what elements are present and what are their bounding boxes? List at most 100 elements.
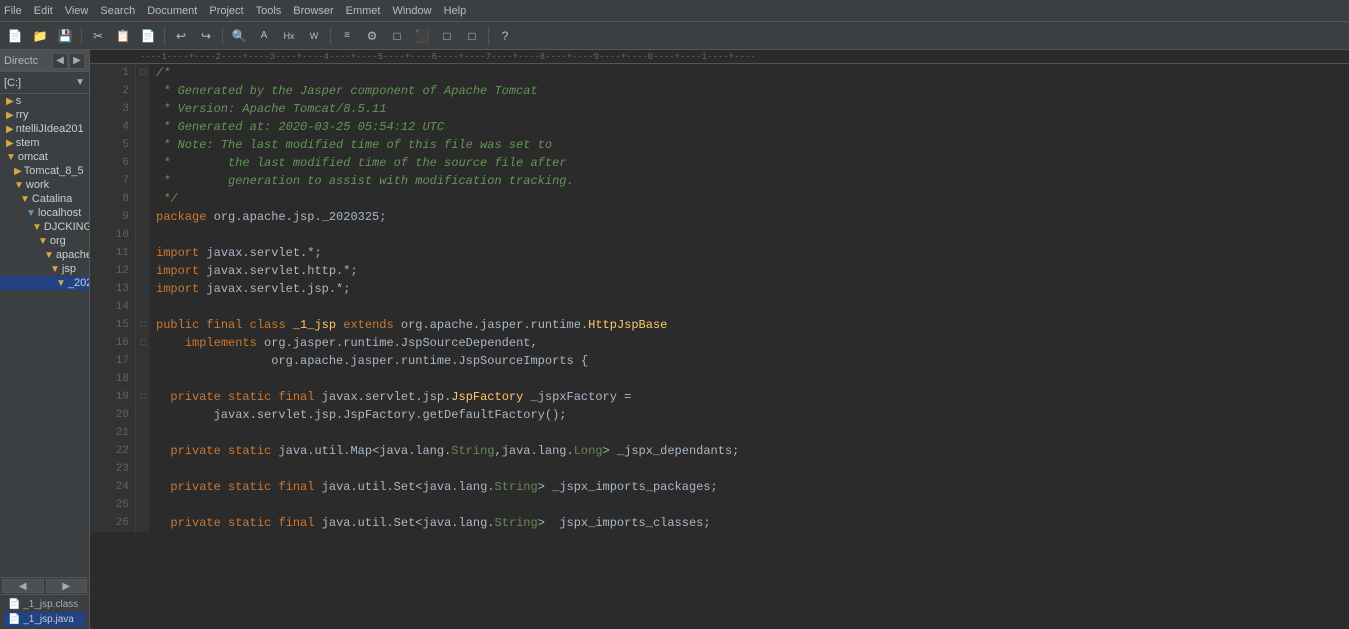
code-content[interactable]: private static java.util.Map<java.lang.S…: [150, 442, 743, 460]
tree-item-2020[interactable]: ▼ _2020: [0, 276, 89, 290]
menu-project[interactable]: Project: [209, 5, 243, 17]
sidebar-drive-label: [C:]: [4, 77, 21, 89]
toolbar-redo-btn[interactable]: ↪: [195, 25, 217, 47]
code-content[interactable]: import javax.servlet.*;: [150, 244, 326, 262]
code-line-21: 21: [90, 424, 1349, 442]
tree-item-tomcat85[interactable]: ▶ Tomcat_8_5: [0, 164, 89, 178]
toolbar-undo-btn[interactable]: ↩: [170, 25, 192, 47]
toolbar-sep-2: [164, 27, 165, 45]
code-content[interactable]: * Version: Apache Tomcat/8.5.11: [150, 100, 390, 118]
toolbar-window-btn[interactable]: □: [386, 25, 408, 47]
sidebar-file-java[interactable]: 📄 _1_jsp.java: [4, 612, 85, 627]
menu-help[interactable]: Help: [444, 5, 467, 17]
line-number: 23: [90, 460, 136, 478]
tree-item-org[interactable]: ▼ org: [0, 234, 89, 248]
tree-item-catalina[interactable]: ▼ Catalina: [0, 192, 89, 206]
fold-gutter: [136, 172, 150, 190]
tree-item-label: apache: [56, 249, 89, 261]
tree-item-omcat[interactable]: ▼ omcat: [0, 150, 89, 164]
code-content[interactable]: [150, 226, 167, 244]
code-content[interactable]: implements org.jasper.runtime.JspSourceD…: [150, 334, 542, 352]
code-content[interactable]: * Note: The last modified time of this f…: [150, 136, 556, 154]
sidebar-dropdown[interactable]: [C:] ▼: [0, 72, 89, 94]
code-content[interactable]: * generation to assist with modification…: [150, 172, 578, 190]
tree-scroll-left[interactable]: ◀: [2, 579, 44, 593]
tree-item-jsp[interactable]: ▼ jsp: [0, 262, 89, 276]
code-content[interactable]: import javax.servlet.jsp.*;: [150, 280, 354, 298]
code-content[interactable]: private static final java.util.Set<java.…: [150, 514, 715, 532]
sidebar-nav-left[interactable]: ◀: [52, 53, 68, 69]
line-number: 13: [90, 280, 136, 298]
toolbar-fullscreen-btn[interactable]: ⬛: [411, 25, 433, 47]
toolbar-split-btn[interactable]: □: [436, 25, 458, 47]
toolbar-cut-btn[interactable]: ✂: [87, 25, 109, 47]
folder-icon: ▶: [14, 166, 22, 177]
code-content[interactable]: [150, 496, 167, 514]
toolbar-replace-btn[interactable]: A: [253, 25, 275, 47]
sidebar-file-class[interactable]: 📄 _1_jsp.class: [4, 597, 85, 612]
fold-gutter[interactable]: □: [136, 334, 150, 352]
menu-edit[interactable]: Edit: [34, 5, 53, 17]
code-content[interactable]: private static final java.util.Set<java.…: [150, 478, 722, 496]
menu-document[interactable]: Document: [147, 5, 197, 17]
code-content[interactable]: /*: [150, 64, 174, 82]
code-content[interactable]: javax.servlet.jsp.JspFactory.getDefaultF…: [150, 406, 570, 424]
toolbar-wrap-btn[interactable]: W: [303, 25, 325, 47]
line-number: 20: [90, 406, 136, 424]
toolbar-find-btn[interactable]: 🔍: [228, 25, 250, 47]
fold-gutter[interactable]: □: [136, 388, 150, 406]
toolbar-new-btn[interactable]: 📄: [4, 25, 26, 47]
code-content[interactable]: * Generated by the Jasper component of A…: [150, 82, 542, 100]
fold-gutter: [136, 406, 150, 424]
code-content[interactable]: */: [150, 190, 182, 208]
fold-gutter[interactable]: □: [136, 64, 150, 82]
toolbar-help-btn[interactable]: ?: [494, 25, 516, 47]
tree-item-s[interactable]: ▶ s: [0, 94, 89, 108]
code-content[interactable]: package org.apache.jsp._2020325;: [150, 208, 390, 226]
toolbar-list-btn[interactable]: ≡: [336, 25, 358, 47]
code-content[interactable]: * Generated at: 2020-03-25 05:54:12 UTC: [150, 118, 448, 136]
toolbar-layout-btn[interactable]: □: [461, 25, 483, 47]
tree-item-label: work: [26, 179, 49, 191]
tree-container[interactable]: ▶ s ▶ rry ▶ ntelliJIdea201 ▶ stem ▼ omca…: [0, 94, 89, 577]
tree-item-localhost[interactable]: ▼ localhost: [0, 206, 89, 220]
toolbar-settings-btn[interactable]: ⚙: [361, 25, 383, 47]
code-content[interactable]: [150, 424, 167, 442]
code-editor[interactable]: 1 □ /* 2 * Generated by the Jasper compo…: [90, 64, 1349, 629]
tree-item-rry[interactable]: ▶ rry: [0, 108, 89, 122]
code-content[interactable]: * the last modified time of the source f…: [150, 154, 570, 172]
menu-search[interactable]: Search: [100, 5, 135, 17]
menu-tools[interactable]: Tools: [256, 5, 282, 17]
menu-emmet[interactable]: Emmet: [346, 5, 381, 17]
code-content[interactable]: private static final javax.servlet.jsp.J…: [150, 388, 635, 406]
menu-view[interactable]: View: [65, 5, 89, 17]
tree-item-label: org: [50, 235, 66, 247]
fold-gutter: [136, 496, 150, 514]
tree-item-djcking[interactable]: ▼ DJCKING: [0, 220, 89, 234]
menu-file[interactable]: File: [4, 5, 22, 17]
menu-browser[interactable]: Browser: [293, 5, 333, 17]
code-content[interactable]: import javax.servlet.http.*;: [150, 262, 362, 280]
menu-window[interactable]: Window: [392, 5, 431, 17]
tree-item-intellij[interactable]: ▶ ntelliJIdea201: [0, 122, 89, 136]
toolbar-paste-btn[interactable]: 📄: [137, 25, 159, 47]
tree-item-work[interactable]: ▼ work: [0, 178, 89, 192]
tree-item-label: stem: [16, 137, 40, 149]
code-line-7: 7 * generation to assist with modificati…: [90, 172, 1349, 190]
code-content[interactable]: [150, 460, 167, 478]
toolbar-hex-btn[interactable]: Hx: [278, 25, 300, 47]
tree-item-label: localhost: [38, 207, 81, 219]
code-content[interactable]: [150, 298, 167, 316]
tree-item-stem[interactable]: ▶ stem: [0, 136, 89, 150]
code-content[interactable]: [150, 370, 167, 388]
code-content[interactable]: org.apache.jasper.runtime.JspSourceImpor…: [150, 352, 592, 370]
tree-scroll-right[interactable]: ▶: [46, 579, 88, 593]
toolbar-open-btn[interactable]: 📁: [29, 25, 51, 47]
toolbar-save-btn[interactable]: 💾: [54, 25, 76, 47]
fold-gutter[interactable]: □: [136, 316, 150, 334]
tree-item-apache[interactable]: ▼ apache: [0, 248, 89, 262]
line-number: 21: [90, 424, 136, 442]
code-content[interactable]: public final class _1_jsp extends org.ap…: [150, 316, 671, 334]
toolbar-copy-btn[interactable]: 📋: [112, 25, 134, 47]
sidebar-nav-right[interactable]: ▶: [69, 53, 85, 69]
